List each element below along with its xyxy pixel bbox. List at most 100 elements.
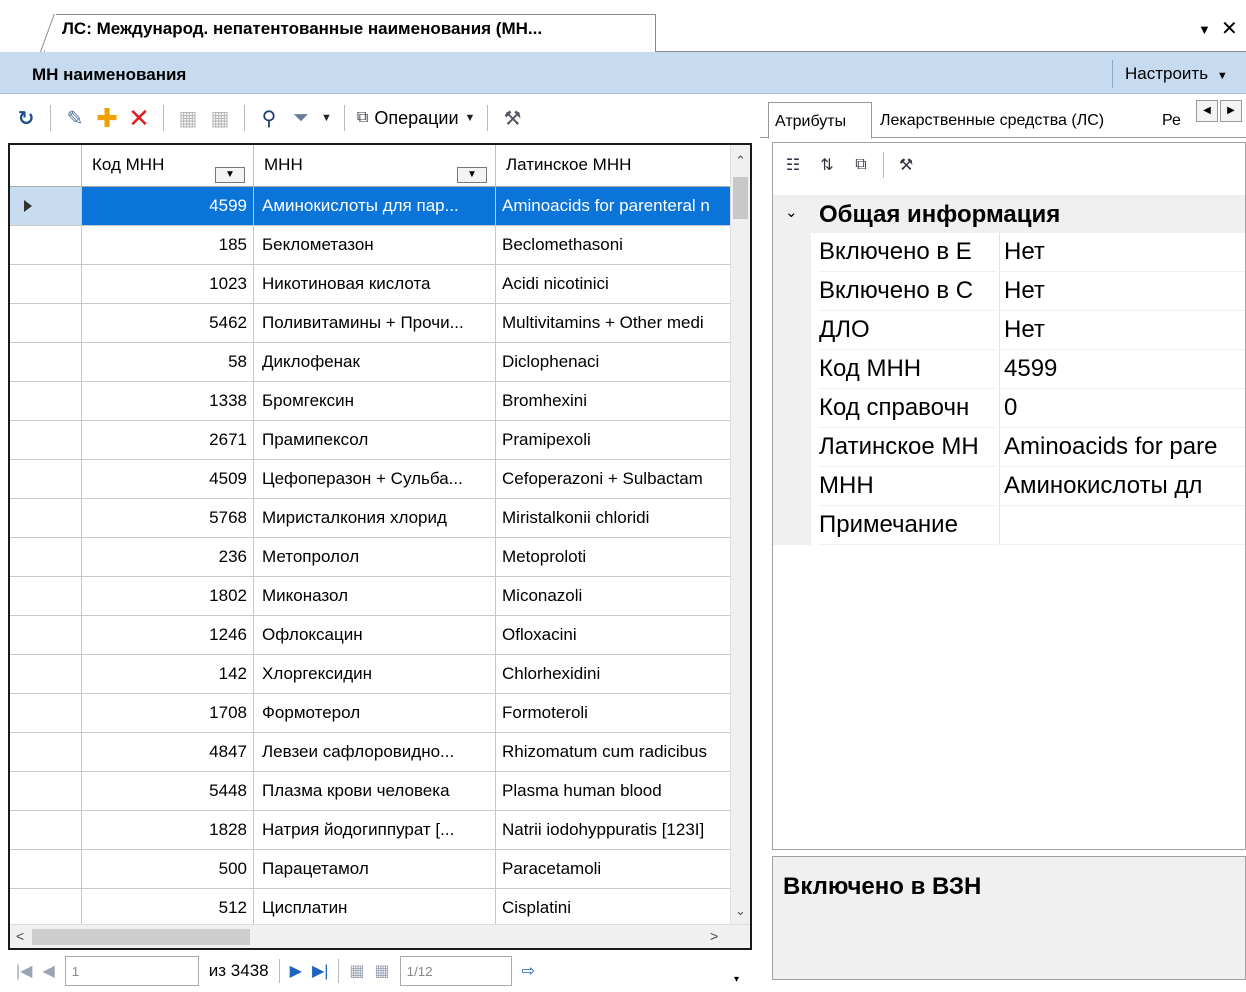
close-icon[interactable]: ✕ bbox=[1221, 16, 1238, 41]
page-input[interactable] bbox=[399, 956, 512, 986]
table-row[interactable]: 5768 Миристалкония хлорид Miristalkonii ch… bbox=[10, 499, 730, 538]
property-value[interactable] bbox=[999, 506, 1245, 545]
cell-code[interactable]: 1246 bbox=[82, 616, 254, 654]
property-name[interactable]: Включено в Е bbox=[819, 233, 997, 272]
cell-latin[interactable]: Bromhexini bbox=[496, 382, 730, 420]
row-indicator[interactable] bbox=[10, 694, 82, 732]
property-row[interactable]: Включено в С Нет bbox=[773, 272, 1245, 311]
table-row[interactable]: 4599 Аминокислоты для пар... Aminoacids fo… bbox=[10, 187, 730, 226]
row-indicator[interactable] bbox=[10, 382, 82, 420]
operations-button[interactable]: ⧉ Операции ▼ bbox=[357, 108, 476, 129]
cell-latin[interactable]: Pramipexoli bbox=[496, 421, 730, 459]
tab-more[interactable]: Ре bbox=[1156, 102, 1194, 138]
column-header-name[interactable]: МНН ▼ bbox=[254, 145, 496, 187]
cell-code[interactable]: 512 bbox=[82, 889, 254, 924]
property-row[interactable]: Латинское МН Aminoacids for pare bbox=[773, 428, 1245, 467]
cell-latin[interactable]: Metoproloti bbox=[496, 538, 730, 576]
scroll-down-icon[interactable]: ⌄ bbox=[735, 903, 746, 919]
sort-alphabetical-icon[interactable]: ⇅ bbox=[815, 153, 839, 177]
column-filter-dropdown-icon[interactable]: ▼ bbox=[215, 167, 245, 183]
cell-latin[interactable]: Miconazoli bbox=[496, 577, 730, 615]
row-indicator[interactable] bbox=[10, 421, 82, 459]
settings-tools-icon[interactable]: ⚒ bbox=[894, 153, 918, 177]
cell-name[interactable]: Миристалкония хлорид bbox=[254, 499, 496, 537]
collapse-chevron-icon[interactable]: ⌄ bbox=[785, 203, 798, 221]
filter-icon[interactable]: ⏷ bbox=[289, 106, 313, 130]
column-header-code[interactable]: Код МНН ▼ bbox=[82, 145, 254, 187]
cell-latin[interactable]: Acidi nicotinici bbox=[496, 265, 730, 303]
property-category[interactable]: ⌄ Общая информация bbox=[773, 195, 1245, 233]
row-indicator[interactable] bbox=[10, 811, 82, 849]
row-indicator[interactable] bbox=[10, 226, 82, 264]
table-row[interactable]: 1246 Офлоксацин Ofloxacini bbox=[10, 616, 730, 655]
scroll-thumb[interactable] bbox=[733, 177, 748, 219]
table-row[interactable]: 5448 Плазма крови человека Plasma human bl… bbox=[10, 772, 730, 811]
table-row[interactable]: 512 Цисплатин Cisplatini bbox=[10, 889, 730, 924]
row-indicator[interactable] bbox=[10, 850, 82, 888]
row-indicator[interactable] bbox=[10, 538, 82, 576]
row-indicator[interactable] bbox=[10, 304, 82, 342]
row-indicator[interactable] bbox=[10, 772, 82, 810]
row-indicator[interactable] bbox=[10, 616, 82, 654]
cell-name[interactable]: Офлоксацин bbox=[254, 616, 496, 654]
property-name[interactable]: Примечание bbox=[819, 506, 997, 545]
cell-code[interactable]: 5768 bbox=[82, 499, 254, 537]
cell-name[interactable]: Хлоргексидин bbox=[254, 655, 496, 693]
horizontal-scrollbar[interactable]: < > bbox=[10, 924, 750, 948]
scroll-thumb[interactable] bbox=[32, 929, 250, 945]
cell-latin[interactable]: Diclophenaci bbox=[496, 343, 730, 381]
delete-icon[interactable]: ✕ bbox=[127, 103, 151, 133]
property-name[interactable]: ДЛО bbox=[819, 311, 997, 350]
cell-code[interactable]: 185 bbox=[82, 226, 254, 264]
property-value[interactable]: Аминокислоты дл bbox=[999, 467, 1245, 506]
cell-latin[interactable]: Cefoperazoni + Sulbactam bbox=[496, 460, 730, 498]
cell-name[interactable]: Метопролол bbox=[254, 538, 496, 576]
cell-name[interactable]: Бромгексин bbox=[254, 382, 496, 420]
cell-latin[interactable]: Ofloxacini bbox=[496, 616, 730, 654]
cell-code[interactable]: 5462 bbox=[82, 304, 254, 342]
table-row[interactable]: 1802 Миконазол Miconazoli bbox=[10, 577, 730, 616]
table-row[interactable]: 4509 Цефоперазон + Сульба... Cefoperazoni … bbox=[10, 460, 730, 499]
property-row[interactable]: Примечание bbox=[773, 506, 1245, 545]
property-row[interactable]: ДЛО Нет bbox=[773, 311, 1245, 350]
find-binoculars-icon[interactable]: ⚲ bbox=[257, 106, 281, 130]
cell-name[interactable]: Плазма крови человека bbox=[254, 772, 496, 810]
cell-latin[interactable]: Cisplatini bbox=[496, 889, 730, 924]
options-grip-icon[interactable]: ▾ bbox=[734, 974, 739, 985]
property-value[interactable]: Нет bbox=[999, 233, 1245, 272]
property-value[interactable]: Нет bbox=[999, 311, 1245, 350]
cell-code[interactable]: 500 bbox=[82, 850, 254, 888]
cell-code[interactable]: 1338 bbox=[82, 382, 254, 420]
property-row[interactable]: Код справочн 0 bbox=[773, 389, 1245, 428]
property-value[interactable]: 4599 bbox=[999, 350, 1245, 389]
cell-code[interactable]: 4599 bbox=[82, 187, 254, 225]
table-row[interactable]: 142 Хлоргексидин Chlorhexidini bbox=[10, 655, 730, 694]
table-row[interactable]: 185 Беклометазон Beclomethasoni bbox=[10, 226, 730, 265]
table-row[interactable]: 2671 Прамипексол Pramipexoli bbox=[10, 421, 730, 460]
categorized-view-icon[interactable]: ☷ bbox=[781, 153, 805, 177]
tab-scroll-left-icon[interactable]: ◀ bbox=[1196, 100, 1218, 122]
cell-latin[interactable]: Rhizomatum cum radicibus bbox=[496, 733, 730, 771]
cell-latin[interactable]: Natrii iodohyppuratis [123I] bbox=[496, 811, 730, 849]
property-name[interactable]: Включено в С bbox=[819, 272, 997, 311]
cell-name[interactable]: Цисплатин bbox=[254, 889, 496, 924]
cell-name[interactable]: Никотиновая кислота bbox=[254, 265, 496, 303]
row-indicator[interactable] bbox=[10, 343, 82, 381]
property-value[interactable]: 0 bbox=[999, 389, 1245, 428]
cell-latin[interactable]: Chlorhexidini bbox=[496, 655, 730, 693]
table-row[interactable]: 4847 Левзеи сафлоровидно... Rhizomatum cum… bbox=[10, 733, 730, 772]
cell-name[interactable]: Формотерол bbox=[254, 694, 496, 732]
add-icon[interactable]: ✚ bbox=[95, 103, 119, 133]
tab-attributes[interactable]: Атрибуты bbox=[768, 102, 872, 139]
cell-name[interactable]: Парацетамол bbox=[254, 850, 496, 888]
cell-name[interactable]: Диклофенак bbox=[254, 343, 496, 381]
row-indicator[interactable] bbox=[10, 499, 82, 537]
cell-name[interactable]: Беклометазон bbox=[254, 226, 496, 264]
cell-name[interactable]: Поливитамины + Прочи... bbox=[254, 304, 496, 342]
property-name[interactable]: МНН bbox=[819, 467, 997, 506]
cell-latin[interactable]: Formoteroli bbox=[496, 694, 730, 732]
cell-code[interactable]: 1708 bbox=[82, 694, 254, 732]
row-indicator[interactable] bbox=[10, 733, 82, 771]
column-filter-dropdown-icon[interactable]: ▼ bbox=[457, 167, 487, 183]
cell-latin[interactable]: Beclomethasoni bbox=[496, 226, 730, 264]
